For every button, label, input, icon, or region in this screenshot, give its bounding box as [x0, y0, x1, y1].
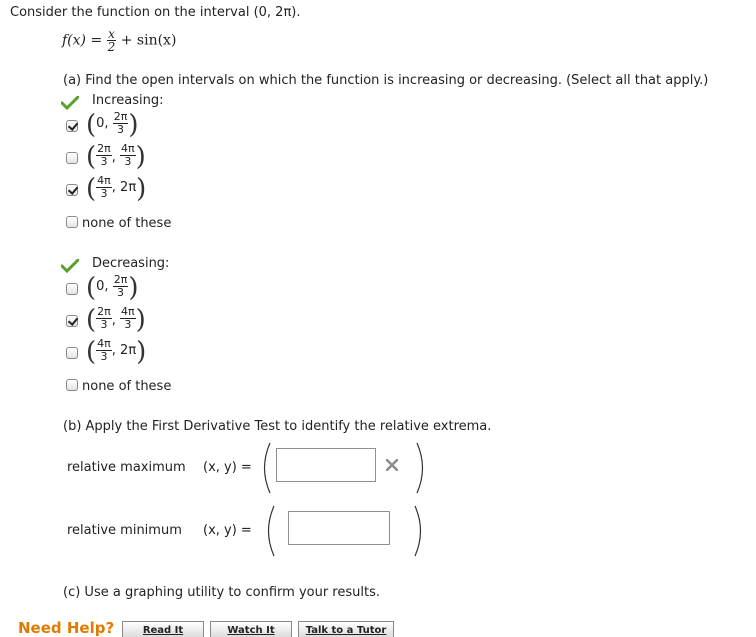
- relative-minimum-label: relative minimum: [67, 523, 182, 538]
- increasing-option-3: (4π 3, 2π): [86, 174, 147, 204]
- decreasing-none-checkbox[interactable]: [66, 379, 78, 391]
- formula-num: x: [108, 27, 115, 41]
- left-paren-icon: [267, 505, 275, 557]
- dec3-den: 3: [96, 350, 112, 363]
- need-help-label: Need Help?: [18, 619, 115, 637]
- relative-maximum-input[interactable]: [276, 448, 376, 482]
- inc3-right: 2π: [120, 180, 137, 195]
- decreasing-none-label: none of these: [82, 379, 172, 394]
- increasing-option-1-checkbox[interactable]: [66, 120, 78, 132]
- correct-check-icon: [61, 96, 79, 110]
- incorrect-x-icon: [386, 459, 398, 471]
- decreasing-option-3-checkbox[interactable]: [66, 347, 78, 359]
- watch-it-label: Watch It: [227, 625, 275, 636]
- inc3-den: 3: [96, 187, 112, 200]
- watch-it-button[interactable]: Watch It: [210, 621, 292, 637]
- inc3-num: 4π: [97, 174, 111, 187]
- decreasing-option-2-checkbox[interactable]: [66, 315, 78, 327]
- dec3-right: 2π: [120, 343, 137, 358]
- relative-minimum-xy: (x, y) =: [203, 523, 252, 538]
- formula-den: 2: [106, 40, 117, 54]
- inc1-den: 3: [112, 123, 129, 136]
- decreasing-option-1: (0, 2π 3): [86, 273, 139, 303]
- increasing-label: Increasing:: [92, 93, 164, 108]
- increasing-none-label: none of these: [82, 216, 172, 231]
- increasing-none-checkbox[interactable]: [66, 216, 78, 228]
- intro-text: Consider the function on the interval (0…: [10, 5, 301, 20]
- relative-maximum-label: relative maximum: [67, 460, 186, 475]
- talk-to-tutor-label: Talk to a Tutor: [305, 625, 387, 636]
- dec1-left: 0,: [96, 279, 109, 294]
- talk-to-tutor-button[interactable]: Talk to a Tutor: [298, 621, 394, 637]
- inc3-fraction: 4π 3: [96, 175, 112, 200]
- dec3-fraction: 4π 3: [96, 338, 112, 363]
- part-c-prompt: (c) Use a graphing utility to confirm yo…: [63, 585, 380, 600]
- dec2-num2: 4π: [121, 305, 135, 318]
- dec2-den2: 3: [120, 318, 136, 331]
- inc1-num: 2π: [113, 110, 128, 123]
- inc1-left: 0,: [96, 116, 109, 131]
- left-paren-icon: [263, 442, 271, 494]
- inc2-fraction-1: 2π 3: [96, 143, 112, 168]
- dec1-num: 2π: [113, 273, 128, 286]
- decreasing-label: Decreasing:: [92, 256, 170, 271]
- inc1-fraction: 2π 3: [112, 110, 129, 136]
- increasing-option-1: (0, 2π 3): [86, 110, 139, 140]
- correct-check-icon: [61, 259, 79, 273]
- increasing-option-2-checkbox[interactable]: [66, 152, 78, 164]
- function-formula: f(x) = x 2 + sin(x): [62, 28, 176, 53]
- right-paren-icon: [414, 505, 422, 557]
- dec2-fraction-2: 4π 3: [120, 306, 136, 331]
- decreasing-option-3: (4π 3, 2π): [86, 337, 147, 367]
- dec2-num1: 2π: [97, 305, 111, 318]
- increasing-option-3-checkbox[interactable]: [66, 184, 78, 196]
- dec1-den: 3: [112, 286, 129, 299]
- inc2-num1: 2π: [97, 142, 111, 155]
- part-a-prompt: (a) Find the open intervals on which the…: [63, 73, 709, 88]
- decreasing-option-1-checkbox[interactable]: [66, 283, 78, 295]
- inc2-den2: 3: [120, 155, 136, 168]
- formula-rhs: + sin(x): [120, 32, 177, 49]
- relative-maximum-xy: (x, y) =: [203, 460, 252, 475]
- formula-lhs: f(x) =: [62, 32, 103, 49]
- dec3-num: 4π: [97, 337, 111, 350]
- increasing-option-2: (2π 3, 4π 3): [86, 142, 146, 172]
- inc2-num2: 4π: [121, 142, 135, 155]
- read-it-label: Read It: [142, 625, 184, 636]
- part-b-prompt: (b) Apply the First Derivative Test to i…: [63, 419, 492, 434]
- dec1-fraction: 2π 3: [112, 273, 129, 299]
- formula-fraction: x 2: [106, 27, 117, 54]
- inc2-den1: 3: [96, 155, 112, 168]
- dec2-den1: 3: [96, 318, 112, 331]
- right-paren-icon: [416, 442, 424, 494]
- read-it-button[interactable]: Read It: [122, 621, 204, 637]
- relative-minimum-input[interactable]: [288, 511, 390, 545]
- inc2-fraction-2: 4π 3: [120, 143, 136, 168]
- dec2-fraction-1: 2π 3: [96, 306, 112, 331]
- decreasing-option-2: (2π 3, 4π 3): [86, 305, 146, 335]
